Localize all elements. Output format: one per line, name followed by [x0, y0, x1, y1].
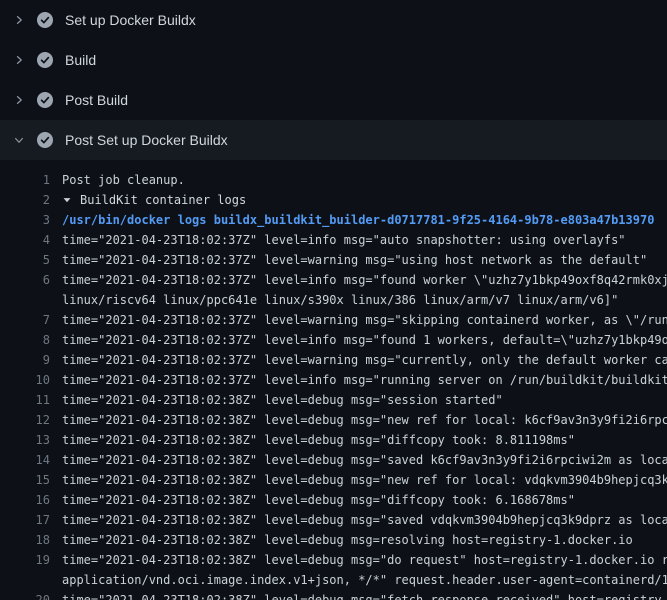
chevron-right-icon — [13, 54, 25, 66]
line-number-link[interactable]: 13 — [0, 430, 50, 450]
log-line: 2 BuildKit container logs — [0, 190, 667, 210]
step-header[interactable]: Build — [0, 40, 667, 80]
log-text: time="2021-04-23T18:02:37Z" level=warnin… — [62, 350, 667, 370]
log-text: time="2021-04-23T18:02:38Z" level=debug … — [62, 490, 667, 510]
chevron-right-icon — [13, 94, 25, 106]
line-number-link[interactable]: 11 — [0, 390, 50, 410]
line-number-link[interactable]: 12 — [0, 410, 50, 430]
step-label: Set up Docker Buildx — [65, 12, 196, 28]
log-line: 10 time="2021-04-23T18:02:37Z" level=info… — [0, 370, 667, 390]
line-number-link[interactable]: 9 — [0, 350, 50, 370]
line-number-link[interactable]: 7 — [0, 310, 50, 330]
log-line: 20 time="2021-04-23T18:02:38Z" level=debu… — [0, 590, 667, 600]
line-number-link[interactable]: 4 — [0, 230, 50, 250]
line-number-link — [0, 570, 50, 590]
log-text: time="2021-04-23T18:02:38Z" level=debug … — [62, 470, 667, 490]
log-line: 19 time="2021-04-23T18:02:38Z" level=debu… — [0, 550, 667, 570]
log-text: time="2021-04-23T18:02:38Z" level=debug … — [62, 430, 667, 450]
log-text: linux/riscv64 linux/ppc641e linux/s390x … — [62, 290, 667, 310]
log-text: Post job cleanup. — [62, 170, 667, 190]
log-text: time="2021-04-23T18:02:38Z" level=debug … — [62, 530, 667, 550]
line-number-link[interactable]: 18 — [0, 530, 50, 550]
log-line: 5 time="2021-04-23T18:02:37Z" level=warni… — [0, 250, 667, 270]
chevron-down-icon — [13, 134, 25, 146]
line-number-link[interactable]: 2 — [0, 190, 50, 210]
line-number-link[interactable]: 17 — [0, 510, 50, 530]
log-line: 15 time="2021-04-23T18:02:38Z" level=debu… — [0, 470, 667, 490]
log-line: 1 Post job cleanup. — [0, 170, 667, 190]
log-line: 12 time="2021-04-23T18:02:38Z" level=debu… — [0, 410, 667, 430]
step-header[interactable]: Post Set up Docker Buildx — [0, 120, 667, 160]
log-line: 14 time="2021-04-23T18:02:38Z" level=debu… — [0, 450, 667, 470]
log-line: 16 time="2021-04-23T18:02:38Z" level=debu… — [0, 490, 667, 510]
line-number-link[interactable]: 15 — [0, 470, 50, 490]
log-line: 4 time="2021-04-23T18:02:37Z" level=info … — [0, 230, 667, 250]
line-number-link[interactable]: 19 — [0, 550, 50, 570]
step-header[interactable]: Post Build — [0, 80, 667, 120]
log-line-continuation: linux/riscv64 linux/ppc641e linux/s390x … — [0, 290, 667, 310]
log-line: 11 time="2021-04-23T18:02:38Z" level=debu… — [0, 390, 667, 410]
log-line: 8 time="2021-04-23T18:02:37Z" level=info … — [0, 330, 667, 350]
log-text: time="2021-04-23T18:02:38Z" level=debug … — [62, 450, 667, 470]
log-text: time="2021-04-23T18:02:38Z" level=debug … — [62, 410, 667, 430]
log-text: time="2021-04-23T18:02:37Z" level=warnin… — [62, 250, 667, 270]
log-text: time="2021-04-23T18:02:37Z" level=info m… — [62, 330, 667, 350]
check-circle-icon — [37, 132, 53, 148]
step-header[interactable]: Set up Docker Buildx — [0, 0, 667, 40]
step-label: Post Build — [65, 92, 128, 108]
check-circle-icon — [37, 52, 53, 68]
log-line: 17 time="2021-04-23T18:02:38Z" level=debu… — [0, 510, 667, 530]
log-line: 6 time="2021-04-23T18:02:37Z" level=info … — [0, 270, 667, 290]
log-line-continuation: application/vnd.oci.image.index.v1+json,… — [0, 570, 667, 590]
line-number-link[interactable]: 16 — [0, 490, 50, 510]
job-steps-list: Set up Docker Buildx Build Post Build Post … — [0, 0, 667, 160]
log-text: time="2021-04-23T18:02:37Z" level=warnin… — [62, 310, 667, 330]
line-number-link[interactable]: 1 — [0, 170, 50, 190]
line-number-link[interactable]: 20 — [0, 590, 50, 600]
log-group-label[interactable]: BuildKit container logs — [80, 193, 246, 207]
line-number-link — [0, 290, 50, 310]
command-text: /usr/bin/docker logs buildx_buildkit_bui… — [62, 210, 667, 230]
step-label: Build — [65, 52, 96, 68]
log-line: 7 time="2021-04-23T18:02:37Z" level=warni… — [0, 310, 667, 330]
chevron-right-icon — [13, 14, 25, 26]
log-viewer: 1 Post job cleanup. 2 BuildKit container lo… — [0, 160, 667, 600]
log-line: 18 time="2021-04-23T18:02:38Z" level=debu… — [0, 530, 667, 550]
log-line: 9 time="2021-04-23T18:02:37Z" level=warni… — [0, 350, 667, 370]
check-circle-icon — [37, 92, 53, 108]
log-text: time="2021-04-23T18:02:37Z" level=info m… — [62, 230, 667, 250]
log-text: time="2021-04-23T18:02:38Z" level=debug … — [62, 550, 667, 570]
line-number-link[interactable]: 5 — [0, 250, 50, 270]
line-number-link[interactable]: 10 — [0, 370, 50, 390]
log-text: BuildKit container logs — [62, 190, 667, 210]
log-text: application/vnd.oci.image.index.v1+json,… — [62, 570, 667, 590]
line-number-link[interactable]: 8 — [0, 330, 50, 350]
line-number-link[interactable]: 14 — [0, 450, 50, 470]
line-number-link[interactable]: 6 — [0, 270, 50, 290]
log-text: time="2021-04-23T18:02:37Z" level=info m… — [62, 270, 667, 290]
log-text: time="2021-04-23T18:02:37Z" level=info m… — [62, 370, 667, 390]
log-line: 13 time="2021-04-23T18:02:38Z" level=debu… — [0, 430, 667, 450]
log-text: time="2021-04-23T18:02:38Z" level=debug … — [62, 590, 667, 600]
line-number-link[interactable]: 3 — [0, 210, 50, 230]
log-text: time="2021-04-23T18:02:38Z" level=debug … — [62, 510, 667, 530]
check-circle-icon — [37, 12, 53, 28]
step-label: Post Set up Docker Buildx — [65, 132, 228, 148]
triangle-down-icon[interactable] — [62, 191, 72, 210]
log-line: 3/usr/bin/docker logs buildx_buildkit_bu… — [0, 210, 667, 230]
log-text: time="2021-04-23T18:02:38Z" level=debug … — [62, 390, 667, 410]
